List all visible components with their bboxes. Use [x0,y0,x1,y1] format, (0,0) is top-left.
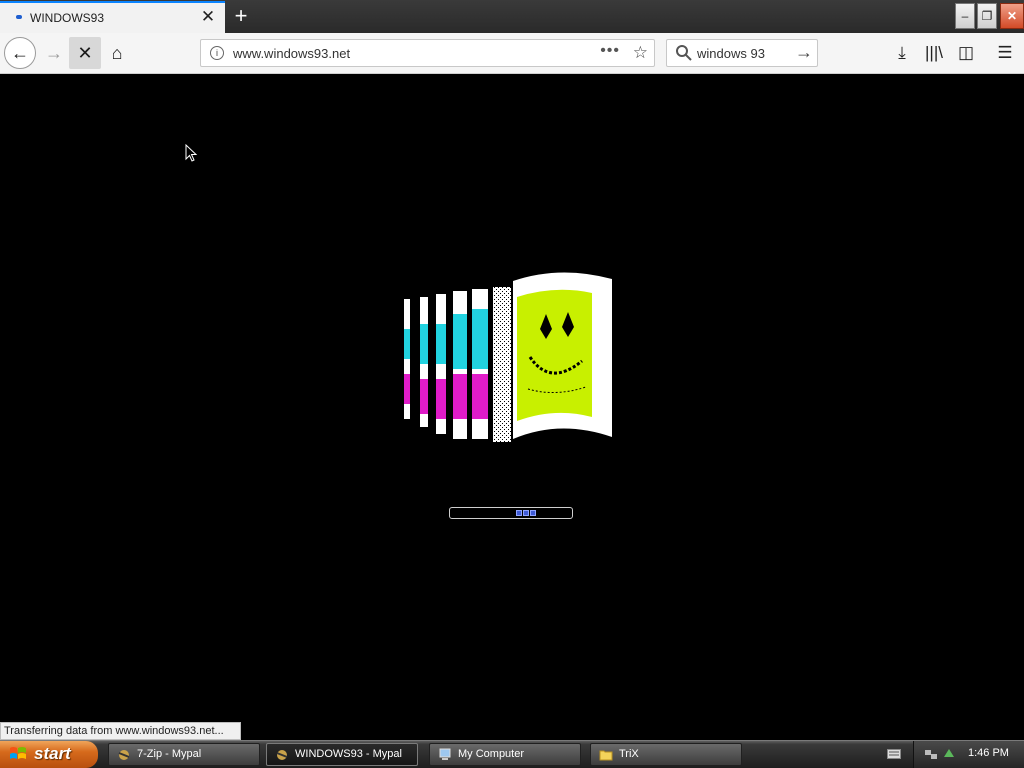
search-go-icon[interactable]: → [795,42,813,63]
taskbar-item-label: My Computer [458,748,525,760]
back-button[interactable]: ← [4,37,36,69]
taskbar-item-my-computer[interactable]: My Computer [429,743,581,766]
favicon-icon [16,15,22,19]
browser-app-icon [276,750,288,760]
downloads-icon[interactable]: ⤓ [887,37,917,69]
system-tray: 1:46 PM [913,741,1024,768]
taskbar-item-label: TriX [619,748,639,760]
tab-close-icon[interactable]: ✕ [199,7,217,27]
browser-app-icon [118,750,130,760]
taskbar-item-trix[interactable]: TriX [590,743,742,766]
progress-block [523,510,529,516]
network-icon[interactable] [924,747,938,761]
windows93-flag-logo [404,272,612,442]
restore-button[interactable]: ❐ [977,3,997,29]
tab-title: WINDOWS93 [30,11,105,25]
forward-button[interactable]: → [38,37,70,69]
start-label: start [34,744,71,763]
start-button[interactable]: start [0,741,98,768]
computer-icon [439,748,451,760]
address-bar-url[interactable]: www.windows93.net [233,46,350,61]
system-clock[interactable]: 1:46 PM [968,747,1009,759]
progress-block [516,510,522,516]
close-window-button[interactable]: ✕ [1000,3,1024,29]
navigation-toolbar: ← → ✕ ⌂ i www.windows93.net ••• ☆ window… [0,33,1024,74]
browser-status-text: Transferring data from www.windows93.net… [0,722,241,740]
taskbar: start 7-Zip - Mypal WINDOWS93 - Mypal My… [0,740,1024,768]
new-tab-button[interactable]: + [229,3,253,29]
web-page-viewport[interactable]: Transferring data from www.windows93.net… [0,74,1024,740]
taskbar-item-label: WINDOWS93 - Mypal [295,748,402,760]
library-icon[interactable]: |||\ [919,37,949,69]
site-info-icon[interactable]: i [210,46,224,60]
tab-strip: WINDOWS93 ✕ + – ❐ ✕ [0,0,1024,33]
minimize-button[interactable]: – [955,3,975,29]
windows-logo-icon [10,747,26,759]
search-box[interactable]: windows 93 → [666,39,818,67]
progress-block [530,510,536,516]
address-bar[interactable]: i www.windows93.net ••• ☆ [200,39,655,67]
taskbar-item-7zip[interactable]: 7-Zip - Mypal [108,743,260,766]
sidebar-icon[interactable]: ◫ [951,37,981,69]
page-actions-menu-icon[interactable]: ••• [600,42,620,60]
loading-progress-bar [449,507,573,519]
taskbar-item-label: 7-Zip - Mypal [137,748,202,760]
search-input[interactable]: windows 93 [697,46,765,61]
mouse-cursor-icon [185,144,198,162]
bookmark-star-icon[interactable]: ☆ [633,43,648,63]
search-icon [676,45,692,61]
hamburger-menu-icon[interactable]: ☰ [990,37,1020,69]
stop-loading-button[interactable]: ✕ [69,37,101,69]
keyboard-icon[interactable] [887,749,901,759]
folder-icon [599,750,613,761]
taskbar-item-windows93[interactable]: WINDOWS93 - Mypal [266,743,418,766]
home-button[interactable]: ⌂ [101,37,133,69]
safely-remove-icon[interactable] [942,747,956,761]
tab-windows93[interactable]: WINDOWS93 ✕ [0,1,225,33]
